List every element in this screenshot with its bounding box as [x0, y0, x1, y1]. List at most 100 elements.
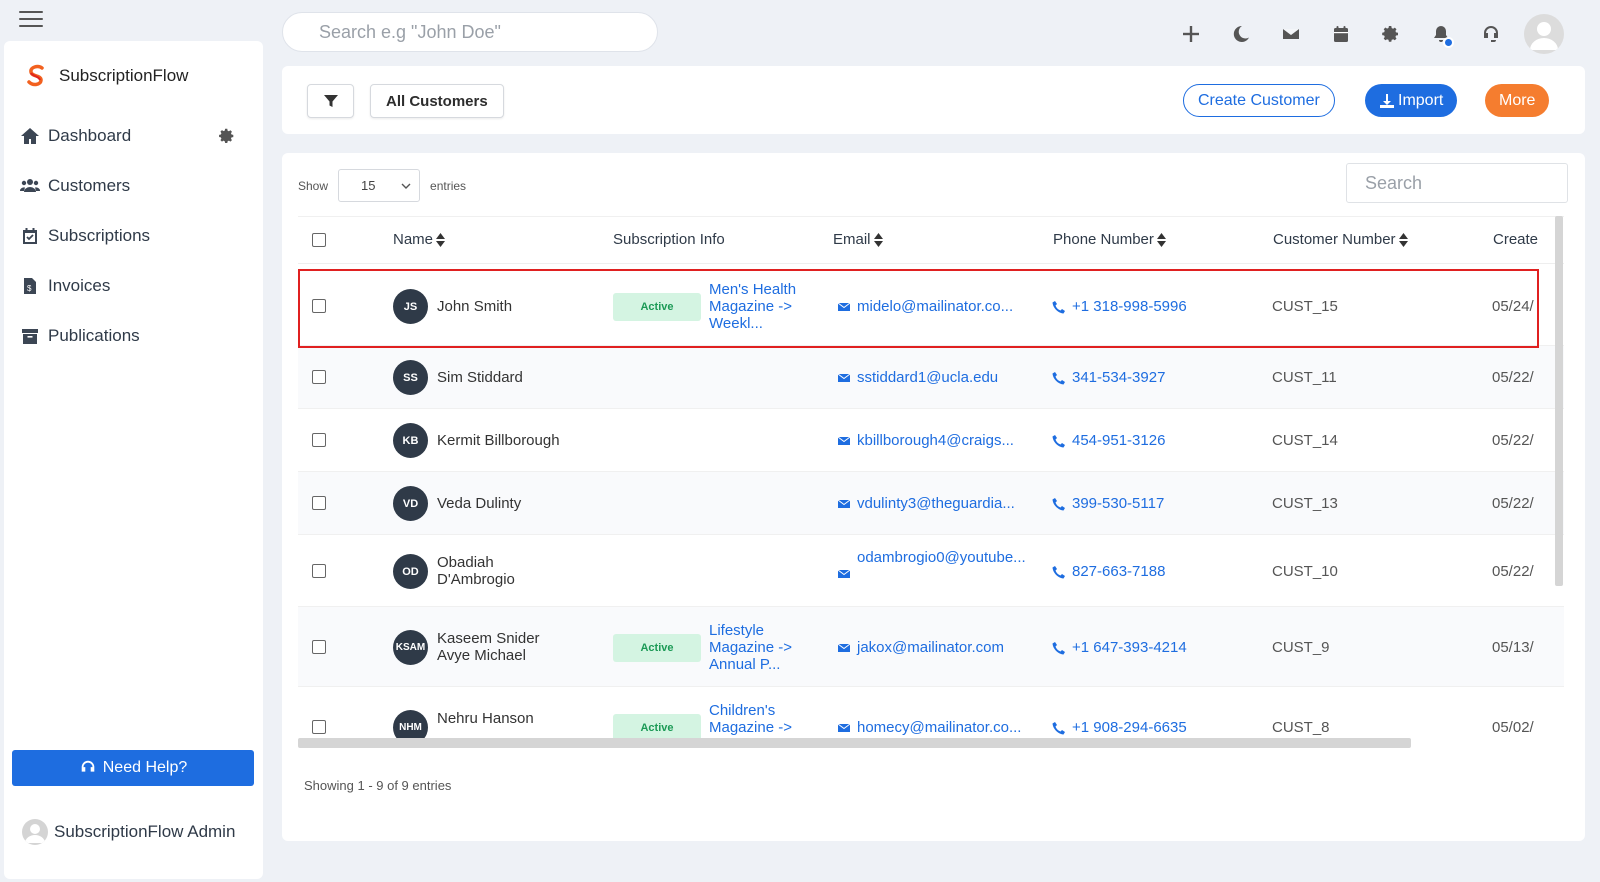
status-badge: Active [613, 634, 701, 662]
more-button[interactable]: More [1485, 84, 1550, 117]
phone-link[interactable]: 454-951-3126 [1052, 432, 1165, 449]
customers-table: Name Subscription Info Email Phone Numbe… [298, 216, 1564, 738]
customer-name[interactable]: John Smith [437, 298, 597, 315]
customer-name[interactable]: Kaseem Snider Avye Michael [437, 630, 562, 664]
need-help-button[interactable]: Need Help? [12, 750, 254, 786]
phone-text: 827-663-7188 [1072, 563, 1166, 580]
email-text: kbillborough4@craigs... [857, 432, 1014, 449]
phone-link[interactable]: 399-530-5117 [1052, 495, 1164, 512]
customer-avatar: NHM [393, 710, 428, 738]
table-search-input[interactable] [1346, 163, 1568, 203]
customer-name[interactable]: Veda Dulinty [437, 495, 597, 512]
sidebar-item-invoices[interactable]: $ Invoices [20, 261, 250, 311]
created-date: 05/22/ [1492, 495, 1534, 512]
sidebar-item-subscriptions[interactable]: Subscriptions [20, 211, 250, 261]
need-help-label: Need Help? [102, 759, 188, 776]
email-link[interactable]: homecy@mailinator.co... [837, 719, 1021, 736]
notification-bell-icon[interactable] [1416, 16, 1466, 52]
settings-icon[interactable] [1366, 16, 1416, 52]
row-checkbox[interactable] [312, 433, 326, 447]
dashboard-settings-icon[interactable] [218, 127, 236, 145]
email-text: vdulinty3@theguardia... [857, 495, 1015, 512]
dark-mode-icon[interactable] [1216, 16, 1266, 52]
vertical-scrollbar[interactable] [1555, 216, 1563, 586]
create-customer-button[interactable]: Create Customer [1183, 84, 1335, 117]
sidebar-item-label: Invoices [48, 276, 111, 295]
support-headset-icon[interactable] [1466, 16, 1516, 52]
horizontal-scrollbar[interactable] [298, 738, 1411, 748]
envelope-icon [837, 643, 851, 652]
customer-name[interactable]: Nehru Hanson [437, 710, 597, 727]
column-header-customer-number[interactable]: Customer Number [1273, 231, 1408, 248]
filter-button[interactable] [307, 84, 354, 118]
subscription-link[interactable]: Lifestyle Magazine -> Annual P... [709, 622, 814, 673]
phone-link[interactable]: +1 318-998-5996 [1052, 298, 1187, 315]
subscription-link[interactable]: Children's Magazine -> [709, 702, 814, 736]
row-checkbox[interactable] [312, 496, 326, 510]
phone-link[interactable]: +1 908-294-6635 [1052, 719, 1187, 736]
email-link[interactable]: kbillborough4@craigs... [837, 432, 1014, 449]
envelope-icon [837, 569, 851, 578]
phone-text: +1 318-998-5996 [1072, 298, 1187, 315]
table-header: Name Subscription Info Email Phone Numbe… [298, 216, 1564, 264]
phone-text: +1 908-294-6635 [1072, 719, 1187, 736]
column-label: Create [1493, 231, 1539, 248]
email-link[interactable]: jakox@mailinator.com [837, 639, 1004, 656]
table-row[interactable]: KB Kermit Billborough kbillborough4@crai… [298, 409, 1564, 472]
email-link[interactable]: sstiddard1@ucla.edu [837, 369, 998, 386]
table-row[interactable]: KSAM Kaseem Snider Avye Michael Active L… [298, 607, 1564, 687]
home-icon [21, 128, 39, 144]
row-checkbox[interactable] [312, 299, 326, 313]
select-all-checkbox[interactable] [312, 233, 326, 247]
column-header-phone[interactable]: Phone Number [1053, 231, 1166, 248]
customer-name[interactable]: Obadiah D'Ambrogio [437, 554, 547, 588]
subscription-link[interactable]: Men's Health Magazine -> Weekl... [709, 281, 814, 332]
customer-avatar: KB [393, 423, 428, 458]
brand[interactable]: SubscriptionFlow [23, 63, 188, 89]
global-search-input[interactable] [282, 12, 658, 52]
row-checkbox[interactable] [312, 720, 326, 734]
mail-icon[interactable] [1266, 16, 1316, 52]
email-text: odambrogio0@youtube... [857, 549, 1026, 566]
phone-link[interactable]: +1 647-393-4214 [1052, 639, 1187, 656]
envelope-icon [837, 723, 851, 732]
admin-profile[interactable]: SubscriptionFlow Admin [22, 819, 235, 845]
sidebar-item-publications[interactable]: Publications [20, 311, 250, 361]
column-header-name[interactable]: Name [393, 231, 446, 248]
column-header-created[interactable]: Create [1493, 231, 1538, 248]
customer-number: CUST_13 [1272, 495, 1338, 512]
row-checkbox[interactable] [312, 370, 326, 384]
add-icon[interactable] [1166, 16, 1216, 52]
sort-icon [1156, 232, 1166, 247]
customer-name[interactable]: Sim Stiddard [437, 369, 597, 386]
table-row[interactable]: VD Veda Dulinty vdulinty3@theguardia... … [298, 472, 1564, 535]
email-link[interactable]: vdulinty3@theguardia... [837, 495, 1015, 512]
row-checkbox[interactable] [312, 564, 326, 578]
email-link[interactable]: odambrogio0@youtube... [837, 549, 1032, 581]
phone-link[interactable]: 341-534-3927 [1052, 369, 1165, 386]
sidebar-item-dashboard[interactable]: Dashboard [20, 111, 250, 161]
table-row[interactable]: SS Sim Stiddard sstiddard1@ucla.edu 341-… [298, 346, 1564, 409]
sidebar-item-label: Customers [48, 176, 131, 195]
email-text: sstiddard1@ucla.edu [857, 369, 999, 386]
email-link[interactable]: midelo@mailinator.co... [837, 298, 1013, 315]
phone-text: 454-951-3126 [1072, 432, 1166, 449]
customer-name[interactable]: Kermit Billborough [437, 432, 597, 449]
menu-toggle-icon[interactable] [19, 11, 43, 29]
user-avatar[interactable] [1524, 14, 1564, 54]
table-row[interactable]: NHM Nehru Hanson Active Children's Magaz… [298, 687, 1564, 738]
entries-select[interactable]: 15 [338, 169, 421, 202]
phone-link[interactable]: 827-663-7188 [1052, 563, 1165, 580]
sidebar-item-customers[interactable]: Customers [20, 161, 250, 211]
row-checkbox[interactable] [312, 640, 326, 654]
table-row[interactable]: OD Obadiah D'Ambrogio odambrogio0@youtub… [298, 535, 1564, 607]
sort-icon [1398, 232, 1408, 247]
table-row[interactable]: JS John Smith Active Men's Health Magazi… [298, 266, 1564, 346]
customer-number: CUST_10 [1272, 563, 1338, 580]
all-customers-view-button[interactable]: All Customers [370, 84, 504, 118]
customers-toolbar: All Customers Create Customer Import Mor… [282, 66, 1585, 134]
column-header-email[interactable]: Email [833, 231, 883, 248]
calendar-icon[interactable] [1316, 16, 1366, 52]
archive-icon [22, 329, 38, 344]
import-button[interactable]: Import [1365, 84, 1458, 117]
